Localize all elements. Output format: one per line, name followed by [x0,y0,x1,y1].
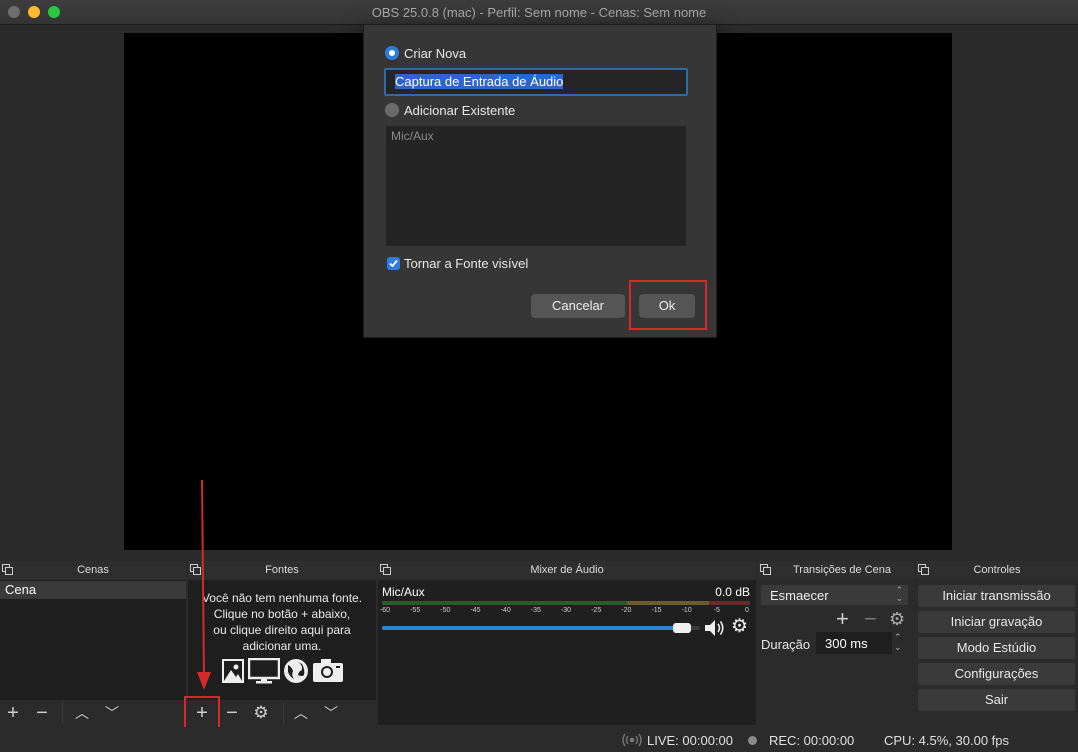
annotation-highlight-ok [629,280,707,330]
exit-button[interactable]: Sair [918,689,1075,711]
meter-tick-label: -50 [440,607,451,614]
checkmark-icon [389,259,398,268]
image-source-icon [222,659,244,683]
transitions-dock-header: Transições de Cena [758,561,914,579]
make-visible-checkbox[interactable] [387,257,400,270]
move-scene-down-button[interactable]: ﹀ [103,704,121,722]
settings-button[interactable]: Configurações [918,663,1075,685]
remove-scene-button[interactable]: − [33,703,51,723]
transition-settings-icon[interactable]: ⚙ [889,609,905,629]
rec-timer: REC: 00:00:00 [769,733,855,748]
start-streaming-button[interactable]: Iniciar transmissão [918,585,1075,607]
volume-slider-fill [382,626,682,630]
speaker-icon[interactable] [704,619,726,637]
meter-tick-label: -20 [621,607,632,614]
cancel-button[interactable]: Cancelar [531,294,625,318]
duration-value: 300 ms [825,636,868,651]
source-name-input[interactable]: Captura de Entrada de Áudio [384,68,688,96]
duration-stepper[interactable]: ⌃ ⌄ [894,632,902,652]
move-scene-up-button[interactable]: ︿ [73,704,91,722]
studio-mode-button[interactable]: Modo Estúdio [918,637,1075,659]
mixer-dock-header: Mixer de Áudio [378,561,756,579]
controls-dock-title: Controles [973,564,1021,576]
create-new-radio[interactable] [385,46,399,60]
source-properties-icon[interactable]: ⚙ [252,704,270,722]
meter-tick-label: -5 [713,607,720,614]
volume-meter-ticks: -60 -55 -50 -45 -40 -35 -30 -25 -20 -15 -10 -5 0 [379,607,750,619]
sources-dock-title: Fontes [265,564,299,576]
add-scene-button[interactable]: + [4,703,22,723]
controls-dock-header: Controles [916,561,1078,579]
add-existing-radio[interactable] [385,103,399,117]
mixer-channel-name: Mic/Aux [382,585,425,599]
duration-input[interactable]: 300 ms [816,632,892,654]
toolbar-separator [62,702,63,724]
start-recording-button[interactable]: Iniciar gravação [918,611,1075,633]
meter-tick-label: -45 [470,607,481,614]
volume-meter [382,601,750,605]
duration-label: Duração [761,637,811,652]
scene-item[interactable]: Cena [0,581,186,599]
scenes-dock-header: Cenas [0,561,186,579]
existing-source-item[interactable]: Mic/Aux [391,129,434,143]
browser-source-icon [284,659,308,683]
transition-select[interactable]: Esmaecer ⌃ ⌄ [761,585,908,605]
audio-mixer-panel: Mic/Aux 0.0 dB -60 -55 -50 -45 -40 -35 -30 -25-… [378,580,756,725]
meter-tick-label: 0 [745,607,749,614]
meter-tick-label: -30 [560,607,572,614]
mixer-channel-db: 0.0 dB [715,585,750,599]
mixer-settings-icon[interactable]: ⚙ [731,617,748,636]
remove-transition-button[interactable]: − [864,608,877,630]
volume-slider[interactable] [382,623,700,633]
move-source-down-button[interactable]: ﹀ [322,704,340,722]
meter-tick-label: -10 [681,607,692,614]
live-signal-icon [622,733,642,747]
meter-tick-label: -25 [591,607,602,614]
move-source-up-button[interactable]: ︿ [292,704,310,722]
mixer-dock-title: Mixer de Áudio [530,564,604,576]
meter-tick-label: -60 [379,607,391,614]
create-new-label[interactable]: Criar Nova [404,46,466,61]
meter-tick-label: -15 [651,607,662,614]
annotation-arrow [197,479,211,690]
existing-sources-list[interactable]: Mic/Aux [386,126,686,246]
meter-tick-label: -40 [500,607,511,614]
transitions-panel: Esmaecer ⌃ ⌄ + − ⚙ Duração 300 ms ⌃ ⌄ [758,580,914,725]
float-dock-icon[interactable] [918,564,929,575]
display-capture-icon [248,658,280,684]
window-title: OBS 25.0.8 (mac) - Perfil: Sem nome - Ce… [371,5,707,20]
meter-tick-label: -55 [410,607,421,614]
scenes-dock-title: Cenas [77,564,109,576]
add-existing-label[interactable]: Adicionar Existente [404,103,515,118]
scenes-toolbar: + − ︿ ﹀ [0,700,186,726]
source-name-value: Captura de Entrada de Áudio [395,74,564,89]
transition-selected: Esmaecer [770,588,829,603]
make-visible-label[interactable]: Tornar a Fonte visível [404,256,528,271]
title-bar: OBS 25.0.8 (mac) - Perfil: Sem nome - Ce… [0,0,1078,25]
video-capture-icon [313,659,343,682]
chevron-updown-icon: ⌃ ⌄ [895,585,903,603]
float-dock-icon[interactable] [760,564,771,575]
sources-dock-header: Fontes [188,561,376,579]
sources-empty-text: Você não tem nenhuma fonte. Clique no bo… [201,591,363,653]
transitions-dock-title: Transições de Cena [792,564,892,576]
live-timer: LIVE: 00:00:00 [647,733,734,748]
cpu-fps-status: CPU: 4.5%, 30.00 fps [884,733,1010,748]
add-transition-button[interactable]: + [836,608,849,630]
remove-source-button[interactable]: − [223,703,241,723]
float-dock-icon[interactable] [380,564,391,575]
toolbar-separator [283,702,284,724]
volume-slider-handle[interactable] [673,623,691,633]
rec-indicator-icon [748,736,757,745]
meter-tick-label: -35 [530,607,541,614]
float-dock-icon[interactable] [2,564,13,575]
status-bar: LIVE: 00:00:00 REC: 00:00:00 CPU: 4.5%, … [0,727,1078,752]
